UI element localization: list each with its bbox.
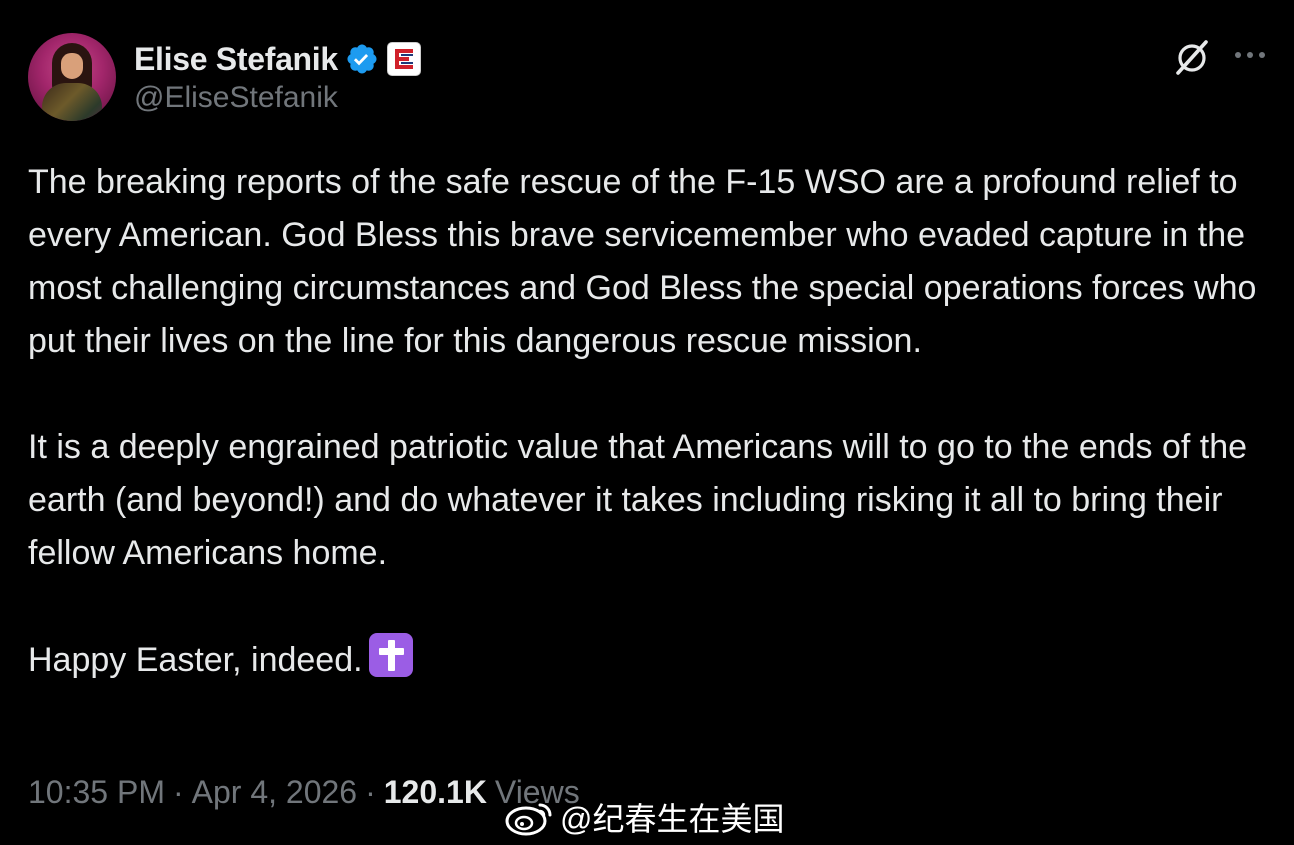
meta-separator: · [172,774,184,810]
avatar[interactable] [28,33,116,121]
tweet-meta: 10:35 PM · Apr 4, 2026 · 120.1K Views [28,774,580,811]
tweet-text: The breaking reports of the safe rescue … [28,156,1278,687]
tweet-time[interactable]: 10:35 PM [28,774,165,811]
tweet-header: Elise Stefanik @EliseStefanik [28,33,1268,123]
meta-separator: · [365,774,376,810]
watermark: @纪春生在美国 [504,794,785,840]
tweet-paragraph: It is a deeply engrained patriotic value… [28,428,1248,572]
avatar-face [61,53,83,79]
tweet-paragraph-last: Happy Easter, indeed. [28,633,1278,687]
tweet-paragraph: The breaking reports of the safe rescue … [28,163,1257,360]
latin-cross-emoji-icon [368,633,413,677]
verified-badge-icon[interactable] [345,42,379,76]
display-name[interactable]: Elise Stefanik [134,41,338,78]
tweet-date[interactable]: Apr 4, 2026 [192,774,357,811]
handle[interactable]: @EliseStefanik [134,81,338,115]
views-count[interactable]: 120.1K [384,774,487,811]
grok-icon[interactable] [1171,37,1213,79]
avatar-body [42,83,102,121]
name-row: Elise Stefanik [134,39,421,79]
watermark-text: @纪春生在美国 [560,801,785,837]
tweet-paragraph-text: Happy Easter, indeed. [28,641,363,679]
weibo-logo-icon [504,797,556,837]
more-options-icon[interactable] [1232,45,1268,65]
affiliate-logo-icon[interactable] [386,42,421,76]
